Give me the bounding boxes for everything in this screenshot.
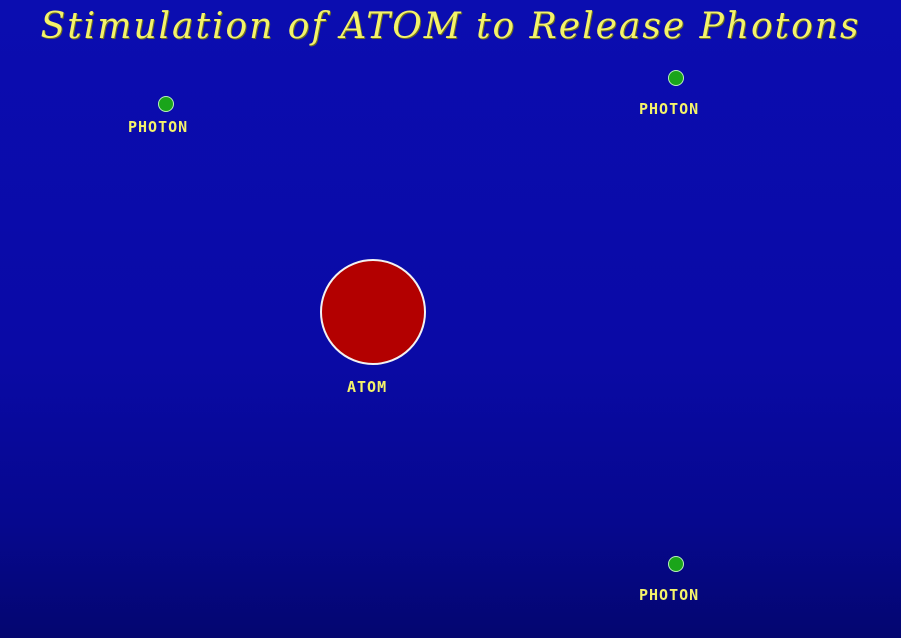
atom [320, 259, 426, 365]
simulation-canvas: Stimulation of ATOM to Release Photons P… [0, 0, 901, 638]
photon-3-label: PHOTON [639, 586, 700, 604]
simulation-title: Stimulation of ATOM to Release Photons [40, 6, 861, 47]
photon-3 [668, 556, 684, 572]
photon-2-label: PHOTON [639, 100, 700, 118]
atom-label: ATOM [347, 378, 388, 396]
photon-1-label: PHOTON [128, 118, 189, 136]
photon-2 [668, 70, 684, 86]
photon-1 [158, 96, 174, 112]
